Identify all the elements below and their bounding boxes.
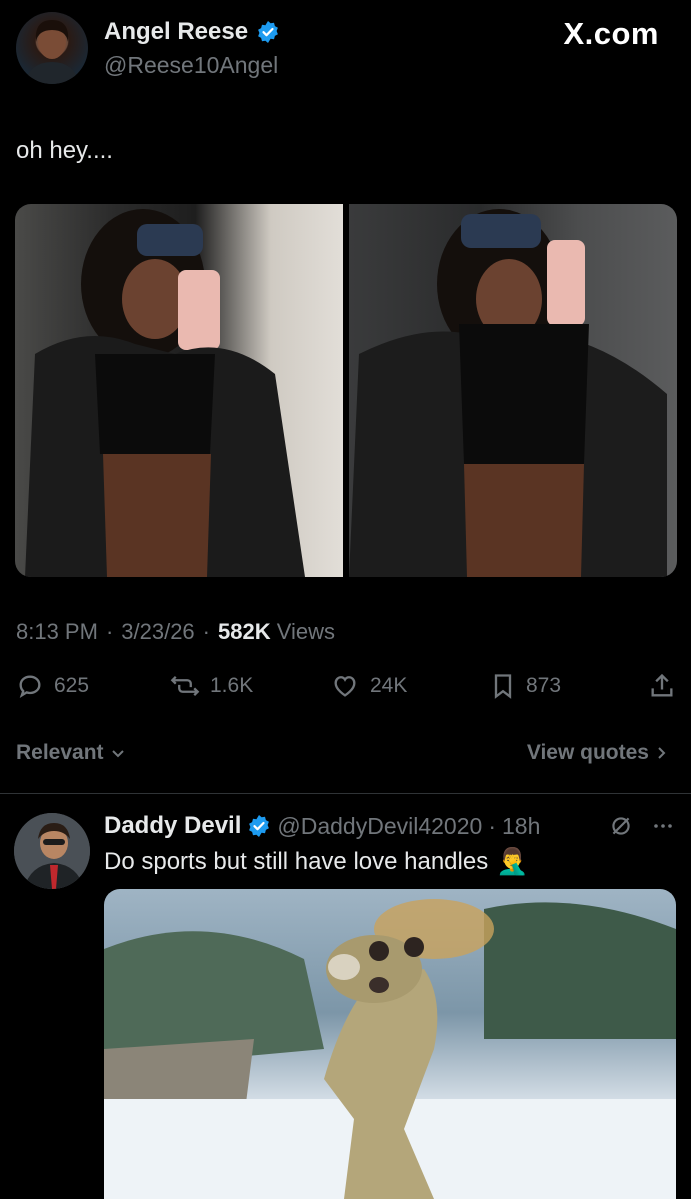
section-divider [0,793,691,794]
chevron-right-icon [658,747,666,759]
tweet-photo-1[interactable] [15,204,343,577]
bookmark-button[interactable]: 873 [490,672,561,700]
avatar-portrait-icon [14,813,90,889]
chevron-down-icon [111,750,124,758]
like-button[interactable]: 24K [330,672,407,700]
bookmark-count: 873 [526,674,562,697]
reply-text: Do sports but still have love handles [104,847,489,875]
verified-badge-icon [249,815,270,837]
author-handle[interactable]: @Reese10Angel [104,52,278,79]
photo-figure-icon [349,209,667,577]
author-name[interactable]: Angel Reese [104,18,248,46]
photo-figure-icon [25,209,305,577]
facepalm-emoji: 🤦‍♂️ [496,846,529,876]
meta-separator: · [105,619,114,644]
views-label: Views [276,619,336,644]
tweet-text: oh hey.... [16,137,113,164]
reply-button[interactable]: 625 [16,672,89,700]
reply-age[interactable]: 18h [502,813,540,840]
avatar-portrait-icon [24,20,80,84]
repost-button[interactable]: 1.6K [170,672,253,700]
view-quotes-label: View quotes [526,741,649,764]
x-logo: X.com [563,16,659,51]
meta-separator: · [488,812,496,839]
tweet-photo-2[interactable] [349,204,677,577]
meta-separator: · [202,619,210,644]
bookmark-icon [494,674,512,699]
reply-author-handle[interactable]: @DaddyDevil42020 [277,813,482,840]
share-icon [651,673,673,697]
sort-label: Relevant [16,741,104,764]
tweet-time[interactable]: 8:13 PM [16,619,98,645]
view-quotes-link[interactable]: View quotes [527,741,669,765]
repost-count: 1.6K [210,674,254,697]
reply-author-name[interactable]: Daddy Devil [104,812,241,840]
like-count: 24K [370,674,408,697]
heart-icon [334,676,356,697]
reply-icon [19,675,41,698]
grok-icon[interactable] [608,813,634,839]
reply-count: 625 [54,674,90,697]
reply-author-avatar[interactable] [14,813,90,889]
cartoon-sloth-icon [104,899,676,1199]
tweet-date[interactable]: 3/23/26 [121,619,194,645]
sort-dropdown[interactable]: Relevant [16,741,126,765]
verified-badge-icon [258,21,278,43]
repost-icon [170,675,200,697]
share-button[interactable] [648,672,676,700]
author-avatar[interactable] [16,12,88,84]
views-count: 582K [218,619,271,644]
reply-media-gif[interactable] [104,889,676,1199]
more-options-icon[interactable] [651,813,675,839]
